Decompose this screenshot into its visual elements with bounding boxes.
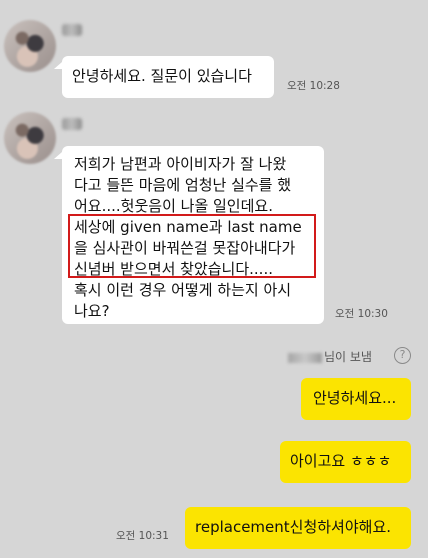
outgoing-message-bubble[interactable]: 안녕하세요... <box>301 378 411 420</box>
sender-name-blurred <box>62 118 82 130</box>
outgoing-message-bubble[interactable]: replacement신청하셔야해요. <box>185 507 411 549</box>
message-line: 나요? <box>74 302 110 320</box>
message-text: 안녕하세요. 질문이 있습니다 <box>72 67 252 85</box>
outgoing-message-bubble[interactable]: 아이고요 ㅎㅎㅎ <box>280 441 411 483</box>
bubble-tail <box>54 152 62 159</box>
message-text: 아이고요 ㅎㅎㅎ <box>290 452 392 470</box>
sent-by-notice: 님이 보냄 <box>288 348 372 365</box>
red-highlight-box <box>68 214 316 278</box>
sender-name-blurred <box>62 24 82 36</box>
incoming-message-bubble[interactable]: 안녕하세요. 질문이 있습니다 <box>62 56 274 98</box>
bubble-tail <box>54 62 62 69</box>
message-timestamp: 오전 10:28 <box>287 80 340 92</box>
message-timestamp: 오전 10:30 <box>335 308 388 320</box>
message-text: 안녕하세요... <box>313 389 397 407</box>
question-circle-icon[interactable]: ? <box>394 347 411 364</box>
message-timestamp: 오전 10:31 <box>116 530 169 542</box>
message-text: replacement신청하셔야해요. <box>195 518 392 536</box>
sender-name-blurred <box>288 352 322 363</box>
message-line: 저희가 남편과 아이비자가 잘 나왔 <box>74 155 287 173</box>
message-line: 혹시 이런 경우 어떻게 하는지 아시 <box>74 281 292 299</box>
message-line: 다고 들뜬 마음에 엄청난 실수를 했 <box>74 176 292 194</box>
sender-avatar[interactable] <box>4 20 56 72</box>
sent-by-label: 님이 보냄 <box>324 350 372 364</box>
sender-avatar[interactable] <box>4 112 56 164</box>
